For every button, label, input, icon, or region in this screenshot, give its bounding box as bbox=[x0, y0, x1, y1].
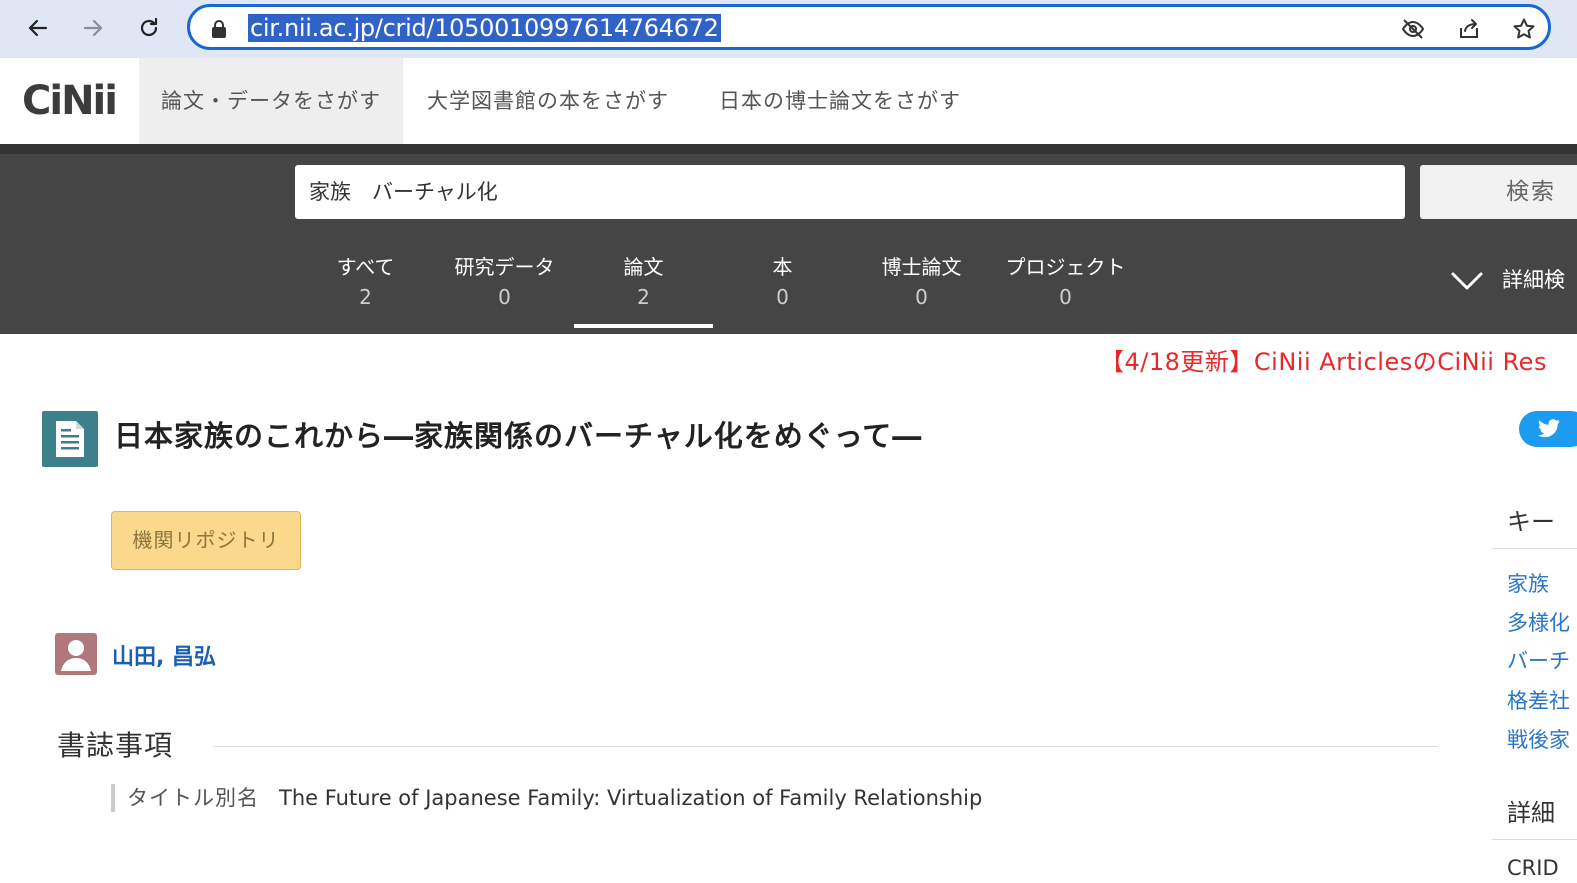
chevron-down-icon bbox=[1451, 272, 1483, 290]
article-title: 日本家族のこれから―家族関係のバーチャル化をめぐって― bbox=[114, 419, 923, 453]
crid-label: CRID bbox=[1507, 856, 1559, 880]
tab-books[interactable]: 本 0 bbox=[713, 252, 852, 312]
author-link[interactable]: 山田, 昌弘 bbox=[112, 639, 216, 671]
keyword-link[interactable]: 家族 bbox=[1507, 568, 1549, 598]
advanced-search-label: 詳細検 bbox=[1502, 268, 1565, 292]
bibliographic-section-heading: 書誌事項 bbox=[57, 729, 174, 762]
tab-projects[interactable]: プロジェクト 0 bbox=[996, 252, 1135, 312]
tab-label: すべて bbox=[336, 255, 395, 279]
tab-articles[interactable]: 論文 2 bbox=[574, 252, 713, 328]
tab-dissertations[interactable]: 博士論文 0 bbox=[852, 252, 991, 312]
keyword-link[interactable]: 戦後家 bbox=[1507, 724, 1570, 754]
advanced-search-toggle[interactable]: 詳細検 bbox=[1450, 264, 1565, 294]
tab-label: プロジェクト bbox=[1005, 255, 1126, 279]
twitter-bird-icon bbox=[1538, 419, 1560, 438]
section-divider bbox=[213, 746, 1438, 747]
keywords-heading: キー bbox=[1507, 508, 1555, 536]
alternate-title-label: タイトル別名 bbox=[127, 786, 259, 810]
tab-count: 0 bbox=[915, 285, 928, 309]
back-arrow-icon[interactable] bbox=[20, 10, 56, 46]
keyword-link[interactable]: 格差社 bbox=[1507, 685, 1570, 715]
tab-label: 研究データ bbox=[454, 255, 555, 279]
tab-count: 0 bbox=[776, 285, 789, 309]
search-input[interactable]: 家族 バーチャル化 bbox=[295, 165, 1405, 219]
forward-arrow-icon[interactable] bbox=[75, 10, 111, 46]
tab-search-dissertations[interactable]: 日本の博士論文をさがす bbox=[697, 58, 983, 144]
tab-label: 博士論文 bbox=[881, 255, 962, 279]
tab-count: 0 bbox=[498, 285, 511, 309]
address-bar[interactable]: cir.nii.ac.jp/crid/1050010997614764672 bbox=[187, 4, 1551, 50]
eye-off-icon[interactable] bbox=[1399, 15, 1427, 43]
reload-icon[interactable] bbox=[131, 10, 167, 46]
keyword-link[interactable]: バーチ bbox=[1507, 645, 1570, 675]
url-text[interactable]: cir.nii.ac.jp/crid/1050010997614764672 bbox=[248, 14, 721, 42]
tab-count: 2 bbox=[359, 285, 372, 309]
alternate-title-row: タイトル別名 The Future of Japanese Family: Vir… bbox=[111, 784, 982, 812]
tweet-button[interactable] bbox=[1519, 411, 1577, 447]
cinii-logo[interactable]: CiNii bbox=[22, 78, 118, 124]
author-avatar-icon bbox=[55, 633, 97, 675]
search-panel: 家族 バーチャル化 検索 すべて 2 研究データ 0 論文 2 本 0 博士論文… bbox=[0, 144, 1577, 334]
tab-all[interactable]: すべて 2 bbox=[296, 252, 435, 312]
update-notice-link[interactable]: 【4/18更新】CiNii ArticlesのCiNii Res bbox=[1100, 342, 1547, 377]
alternate-title-value: The Future of Japanese Family: Virtualiz… bbox=[279, 786, 983, 810]
browser-toolbar: cir.nii.ac.jp/crid/1050010997614764672 bbox=[0, 0, 1577, 58]
keywords-divider bbox=[1492, 548, 1577, 549]
tab-label: 論文 bbox=[623, 255, 664, 279]
tab-count: 2 bbox=[637, 285, 650, 309]
details-divider bbox=[1492, 839, 1577, 840]
site-header: CiNii 論文・データをさがす 大学図書館の本をさがす 日本の博士論文をさがす bbox=[0, 58, 1577, 144]
tab-label: 本 bbox=[772, 255, 793, 279]
keyword-link[interactable]: 多様化 bbox=[1507, 607, 1570, 637]
star-bookmark-icon[interactable] bbox=[1510, 15, 1538, 43]
document-icon bbox=[42, 411, 98, 467]
lock-icon bbox=[212, 20, 226, 38]
tab-search-library-books[interactable]: 大学図書館の本をさがす bbox=[405, 58, 691, 144]
tab-research-data[interactable]: 研究データ 0 bbox=[435, 252, 574, 312]
search-button[interactable]: 検索 bbox=[1420, 165, 1577, 219]
repository-badge[interactable]: 機関リポジトリ bbox=[111, 511, 301, 570]
share-icon[interactable] bbox=[1455, 15, 1483, 43]
details-heading: 詳細 bbox=[1507, 799, 1555, 827]
tab-count: 0 bbox=[1059, 285, 1072, 309]
tab-search-papers[interactable]: 論文・データをさがす bbox=[139, 58, 403, 144]
